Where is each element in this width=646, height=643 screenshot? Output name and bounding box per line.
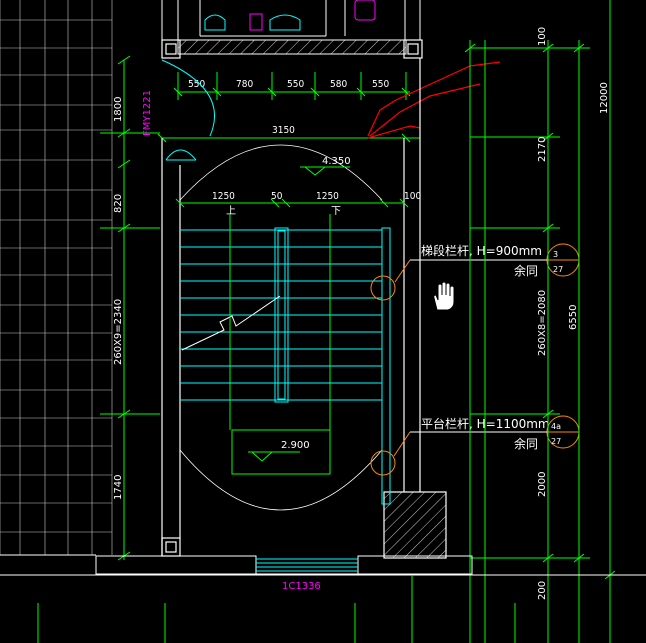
walk-down: 下	[331, 206, 341, 217]
right-dim-2000: 2000	[537, 472, 548, 497]
hand-cursor-icon	[433, 281, 455, 311]
left-grid	[0, 0, 113, 555]
bottom-gridlines	[37, 575, 516, 643]
right-dim-2170: 2170	[537, 137, 548, 162]
stair-width-2: 50	[271, 191, 283, 202]
level-upper: 4.350	[322, 156, 351, 167]
top-dim-5: 550	[372, 79, 389, 90]
stair-plan-drawing: 1800 820 260X9=2340 1740 FMY1221 550 780…	[0, 0, 646, 643]
callout-2-ref-bottom: 27	[551, 437, 561, 446]
top-dim-3: 550	[287, 79, 304, 90]
callout-1-ref-top: 3	[553, 250, 558, 259]
left-dim-3: 260X9=2340	[113, 299, 124, 365]
stair-width-3: 1250	[316, 191, 339, 202]
stair-treads	[180, 229, 382, 401]
stair-width-dims	[175, 198, 409, 208]
callout-1-sub: 余同	[514, 263, 538, 278]
left-dim-4: 1740	[113, 475, 124, 500]
upper-room	[161, 0, 421, 55]
right-dim-100: 100	[537, 27, 548, 46]
walk-up: 上	[226, 205, 236, 217]
left-dim-1: 1800	[113, 97, 124, 122]
callout-1-text: 梯段栏杆, H=900mm	[421, 243, 542, 258]
window	[256, 558, 358, 572]
level-lower: 2.900	[281, 440, 310, 451]
stair-width-1: 1250	[212, 191, 235, 202]
door-label: FMY1221	[142, 90, 153, 136]
window-label: 1C1336	[282, 581, 321, 592]
top-dim-4: 580	[330, 79, 347, 90]
right-dim-2080: 260X8=2080	[537, 290, 548, 356]
break-line	[181, 295, 281, 351]
callout-2-ref-top: 4a	[551, 422, 561, 431]
red-markup	[367, 61, 501, 139]
right-dim-12000: 12000	[599, 82, 610, 114]
callout-2-sub: 余同	[514, 436, 538, 451]
right-dim-200: 200	[537, 581, 548, 600]
overall-width: 3150	[272, 125, 295, 136]
door	[161, 59, 215, 161]
left-dim-2: 820	[113, 194, 124, 213]
right-dim-6550: 6550	[568, 305, 579, 330]
walk-arrows	[229, 214, 331, 350]
stair-walls	[161, 58, 447, 559]
top-dim-2: 780	[236, 79, 253, 90]
stair-width-4: 100	[404, 191, 421, 202]
callout-1-ref-bottom: 27	[553, 265, 563, 274]
